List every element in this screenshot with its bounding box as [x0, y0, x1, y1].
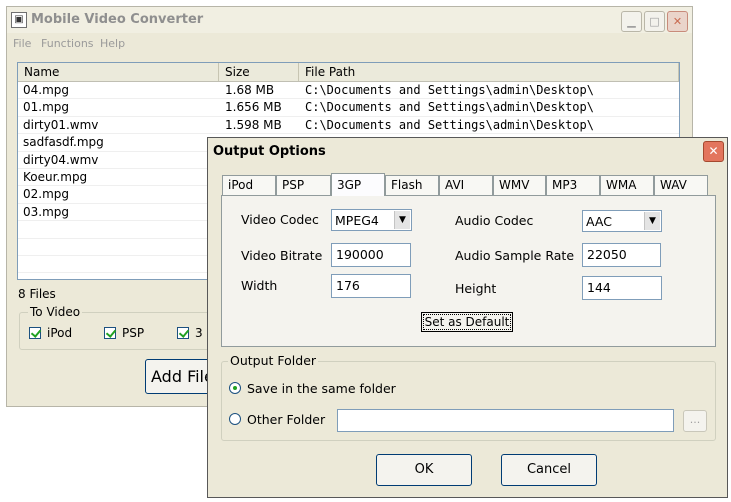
chevron-down-icon: ▼ — [394, 211, 410, 229]
dialog-close-button[interactable]: ✕ — [703, 141, 724, 162]
file-path: C:\Documents and Settings\admin\Desktop\ — [305, 100, 594, 115]
tab-psp[interactable]: PSP — [276, 175, 331, 195]
browse-button[interactable]: ... — [683, 410, 707, 432]
height-label: Height — [455, 281, 497, 296]
video-codec-label: Video Codec — [241, 212, 319, 227]
file-list-header: Name Size File Path — [18, 63, 679, 82]
file-size: 1.598 MB — [225, 117, 282, 132]
video-codec-value: MPEG4 — [335, 213, 379, 228]
tab-avi[interactable]: AVI — [439, 175, 493, 195]
checkbox-checked-icon — [104, 327, 116, 339]
file-name: dirty04.wmv — [23, 152, 99, 167]
tab-ipod[interactable]: iPod — [222, 175, 276, 195]
other-folder-label: Other Folder — [247, 412, 326, 427]
output-options-dialog: Output Options ✕ iPod PSP 3GP Flash AVI … — [207, 137, 728, 498]
table-row[interactable]: 01.mpg 1.656 MB C:\Documents and Setting… — [18, 99, 679, 117]
output-folder-label: Output Folder — [228, 353, 319, 368]
audio-codec-select[interactable]: AAC ▼ — [582, 210, 662, 232]
file-name: 04.mpg — [23, 83, 70, 97]
dialog-titlebar[interactable]: Output Options ✕ — [208, 138, 727, 165]
main-titlebar[interactable]: ▣ Mobile Video Converter ▁ □ ✕ — [7, 7, 692, 33]
video-codec-select[interactable]: MPEG4 ▼ — [331, 209, 412, 231]
checkbox-3gp[interactable]: 3 — [177, 326, 203, 340]
menu-functions[interactable]: Functions — [41, 37, 94, 50]
checkbox-ipod-label: iPod — [47, 326, 73, 340]
dialog-title: Output Options — [213, 144, 326, 159]
tab-wmv[interactable]: WMV — [493, 175, 546, 195]
file-name: dirty01.wmv — [23, 117, 99, 132]
audio-sample-rate-label: Audio Sample Rate — [455, 248, 575, 263]
app-icon: ▣ — [11, 12, 27, 28]
main-window-title: Mobile Video Converter — [31, 12, 204, 27]
other-folder-path-field[interactable] — [337, 409, 674, 432]
same-folder-label: Save in the same folder — [247, 381, 396, 396]
video-bitrate-field[interactable]: 190000 — [331, 243, 411, 267]
file-name: sadfasdf.mpg — [23, 135, 104, 150]
file-path: C:\Documents and Settings\admin\Desktop\ — [305, 117, 594, 132]
other-folder-radio[interactable] — [229, 413, 241, 425]
menubar: File Functions Help — [7, 35, 692, 53]
close-button[interactable]: ✕ — [667, 11, 688, 32]
file-name: Koeur.mpg — [23, 169, 88, 184]
cancel-button[interactable]: Cancel — [501, 454, 597, 486]
same-folder-radio[interactable] — [229, 382, 241, 394]
tab-wav[interactable]: WAV — [654, 175, 708, 195]
files-count: 8 Files — [18, 287, 56, 301]
audio-codec-label: Audio Codec — [455, 213, 534, 228]
table-row[interactable]: dirty01.wmv 1.598 MB C:\Documents and Se… — [18, 117, 679, 135]
column-header-size[interactable]: Size — [219, 63, 299, 81]
file-name: 03.mpg — [23, 204, 70, 219]
ok-button[interactable]: OK — [376, 454, 472, 486]
tab-wma[interactable]: WMA — [600, 175, 654, 195]
set-as-default-button[interactable]: Set as Default — [421, 312, 513, 332]
checkbox-psp-label: PSP — [122, 326, 145, 340]
checkbox-checked-icon — [29, 327, 41, 339]
minimize-button[interactable]: ▁ — [621, 11, 642, 32]
column-header-name[interactable]: Name — [18, 63, 219, 81]
menu-help[interactable]: Help — [100, 37, 125, 50]
file-name: 02.mpg — [23, 187, 70, 202]
width-label: Width — [241, 278, 278, 293]
checkbox-ipod[interactable]: iPod — [29, 326, 72, 340]
checkbox-psp[interactable]: PSP — [104, 326, 144, 340]
tab-flash[interactable]: Flash — [385, 175, 439, 195]
menu-file[interactable]: File — [13, 37, 31, 50]
checkbox-checked-icon — [177, 327, 189, 339]
file-size: 1.68 MB — [225, 83, 275, 97]
file-name: 01.mpg — [23, 100, 70, 115]
audio-sample-rate-field[interactable]: 22050 — [582, 243, 661, 267]
height-field[interactable]: 144 — [582, 276, 662, 300]
chevron-down-icon: ▼ — [644, 212, 660, 230]
audio-codec-value: AAC — [586, 214, 612, 229]
maximize-button[interactable]: □ — [644, 11, 665, 32]
tab-mp3[interactable]: MP3 — [546, 175, 600, 195]
file-size: 1.656 MB — [225, 100, 282, 115]
format-tabs: iPod PSP 3GP Flash AVI WMV MP3 WMA WAV — [222, 173, 715, 196]
checkbox-3gp-label: 3 — [195, 326, 203, 340]
tab-3gp[interactable]: 3GP — [331, 173, 385, 196]
column-header-path[interactable]: File Path — [299, 63, 679, 81]
to-video-label: To Video — [28, 305, 83, 319]
file-path: C:\Documents and Settings\admin\Desktop\ — [305, 83, 594, 97]
video-bitrate-label: Video Bitrate — [241, 248, 323, 263]
width-field[interactable]: 176 — [331, 274, 411, 298]
table-row[interactable]: 04.mpg 1.68 MB C:\Documents and Settings… — [18, 82, 679, 100]
